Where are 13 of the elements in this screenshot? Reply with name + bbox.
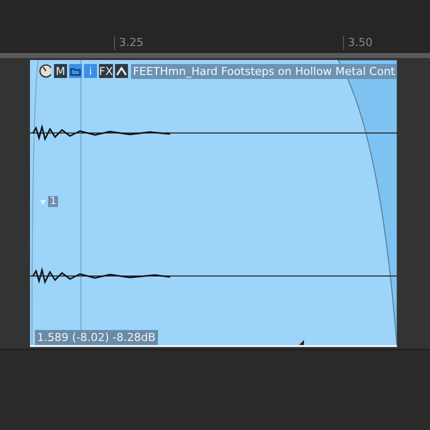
item-button[interactable]: M bbox=[54, 64, 68, 78]
folder-icon[interactable] bbox=[69, 64, 82, 78]
take-marker-icon bbox=[40, 200, 46, 205]
clock-icon[interactable] bbox=[38, 64, 52, 78]
item-title: FEETHmn_Hard Footsteps on Hollow Metal Cont bbox=[130, 64, 397, 78]
resize-handle-icon[interactable] bbox=[297, 340, 304, 345]
item-volume-readout: 1.589 (-8.02) -8.28dB bbox=[35, 330, 158, 345]
take-number: 1 bbox=[48, 196, 58, 207]
audio-item[interactable]: M i FX FEETHmn_Hard Footsteps on Hollow Metal Cont 1 1.589 (-8.02) -8.28dB bbox=[30, 60, 397, 347]
ruler-label: 3.50 bbox=[343, 36, 372, 50]
ruler-label: 3.25 bbox=[114, 36, 144, 50]
envelope-icon[interactable] bbox=[114, 64, 128, 78]
item-button[interactable]: FX bbox=[99, 64, 113, 78]
